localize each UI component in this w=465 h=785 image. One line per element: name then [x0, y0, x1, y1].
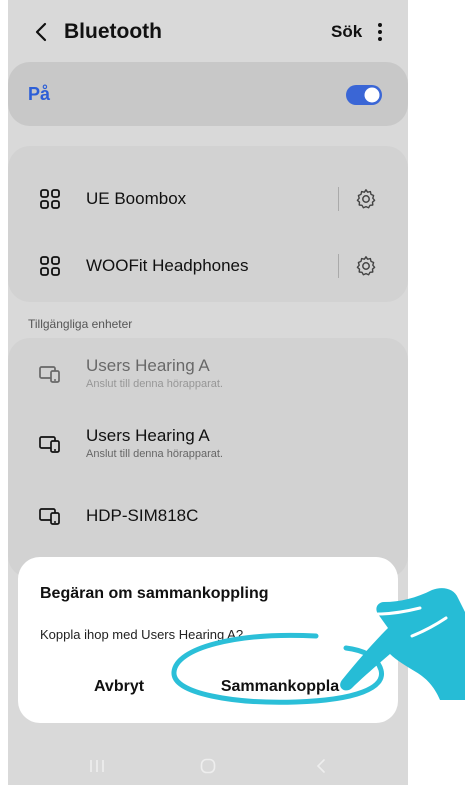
dialog-title: Begäran om sammankoppling	[40, 585, 269, 602]
phone-screen: Bluetooth Sök På UE Boombox WOOFit Headp…	[8, 0, 408, 785]
device-name: Users Hearing A	[86, 426, 210, 445]
more-vertical-icon[interactable]	[374, 20, 386, 44]
divider	[338, 254, 339, 278]
gear-icon[interactable]	[354, 187, 378, 211]
chevron-left-icon[interactable]	[30, 20, 54, 44]
device-subtitle: Anslut till denna hörapparat.	[86, 378, 223, 390]
device-name: Users Hearing A	[86, 356, 210, 375]
toggle-label: På	[28, 84, 51, 104]
available-devices-card: Users Hearing A Anslut till denna hörapp…	[8, 338, 408, 578]
pairing-request-dialog: Begäran om sammankoppling Koppla ihop me…	[18, 557, 398, 723]
hearing-device-icon	[39, 366, 60, 383]
top-app-bar: Bluetooth Sök	[8, 0, 408, 64]
hearing-device-icon	[39, 436, 60, 453]
bluetooth-switch[interactable]	[346, 85, 382, 105]
home-icon[interactable]	[200, 758, 216, 774]
navigation-bar	[8, 744, 408, 785]
divider	[338, 187, 339, 211]
available-device-row[interactable]: HDP-SIM818C	[8, 498, 408, 538]
device-name: UE Boombox	[86, 189, 187, 208]
paired-devices-card: UE Boombox WOOFit Headphones	[8, 146, 408, 302]
device-name: WOOFit Headphones	[86, 256, 249, 275]
device-grid-icon	[40, 189, 60, 209]
hearing-device-icon	[39, 508, 60, 525]
gear-icon[interactable]	[354, 254, 378, 278]
nav-back-icon[interactable]	[314, 758, 328, 774]
paired-device-row[interactable]: WOOFit Headphones	[8, 246, 408, 286]
page-title: Bluetooth	[64, 20, 162, 43]
device-name: HDP-SIM818C	[86, 506, 199, 525]
available-device-row[interactable]: Users Hearing A Anslut till denna hörapp…	[8, 424, 408, 470]
pair-button[interactable]: Sammankoppla	[190, 669, 370, 705]
available-devices-header: Tillgängliga enheter	[28, 317, 133, 331]
cancel-button[interactable]: Avbryt	[64, 669, 174, 705]
search-button[interactable]: Sök	[331, 22, 362, 42]
device-grid-icon	[40, 256, 60, 276]
dialog-message: Koppla ihop med Users Hearing A?	[40, 627, 244, 642]
available-device-row[interactable]: Users Hearing A Anslut till denna hörapp…	[8, 354, 408, 400]
device-subtitle: Anslut till denna hörapparat.	[86, 448, 223, 460]
recents-icon[interactable]	[88, 759, 106, 773]
bluetooth-toggle-card[interactable]: På	[8, 62, 408, 126]
paired-device-row[interactable]: UE Boombox	[8, 179, 408, 219]
